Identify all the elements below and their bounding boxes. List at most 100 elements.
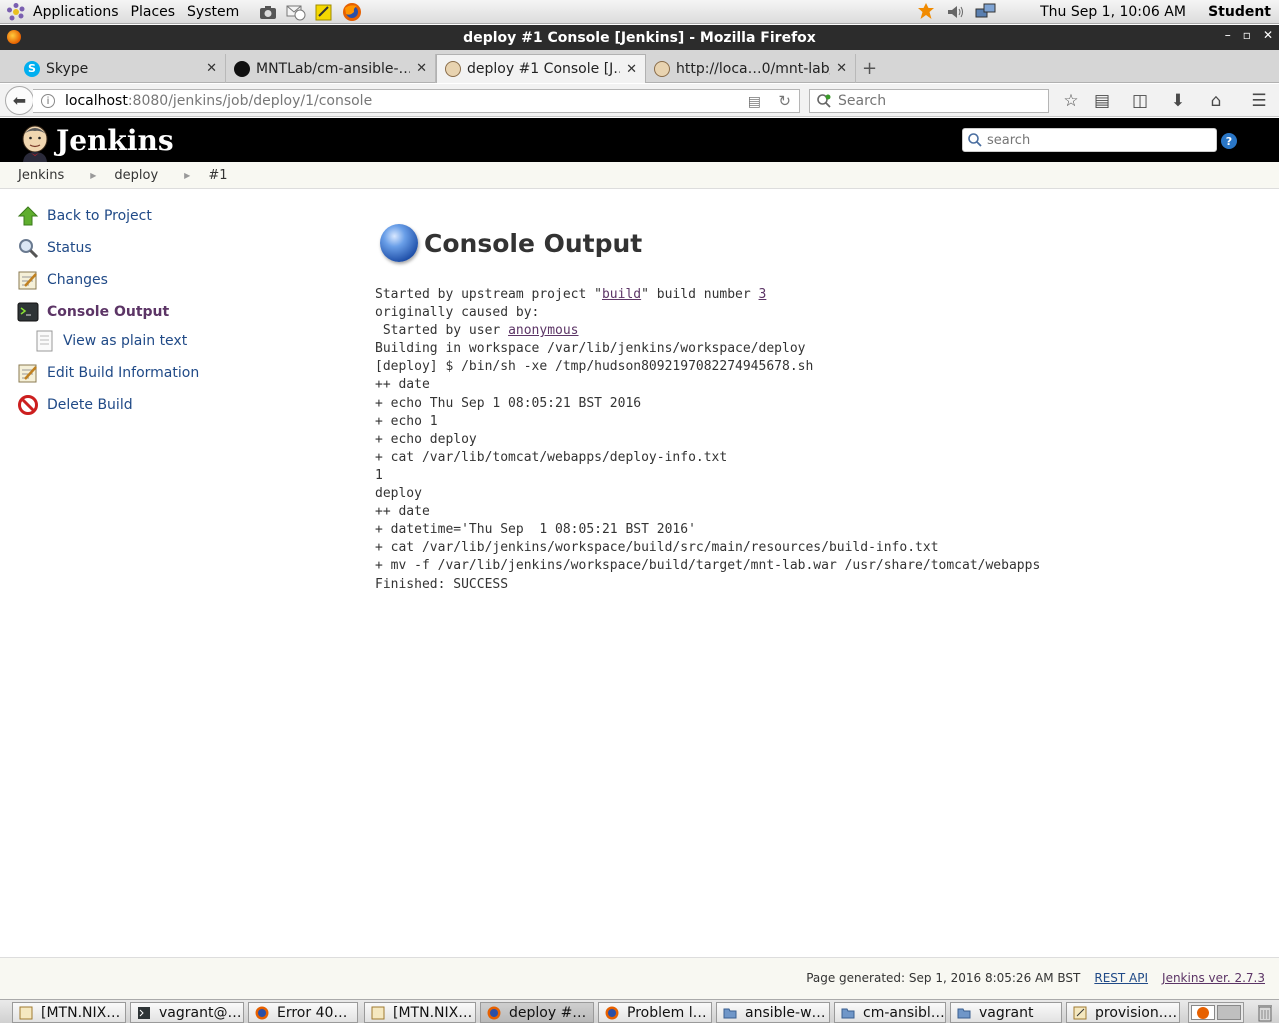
upstream-build-link[interactable]: 3 (759, 287, 767, 302)
jenkins-search-input[interactable] (987, 132, 1207, 148)
jenkins-butler-logo-icon[interactable] (18, 124, 52, 162)
task-edit-build-information[interactable]: Edit Build Information (16, 357, 336, 389)
firefox-launcher-icon[interactable] (341, 2, 363, 22)
page-title: Console Output (375, 220, 1255, 266)
side-panel: Back to Project Status Changes Console O… (16, 200, 336, 421)
user-anonymous-link[interactable]: anonymous (508, 323, 578, 338)
update-notifier-icon[interactable] (914, 2, 938, 22)
taskbar-item[interactable]: ansible-w… (716, 1002, 830, 1023)
text-editor-icon (19, 1006, 33, 1020)
skype-icon: S (24, 60, 40, 77)
screenshot-camera-icon[interactable] (257, 2, 279, 22)
trash-icon[interactable] (1256, 1002, 1276, 1023)
task-label: Back to Project (47, 208, 152, 224)
minimize-icon[interactable]: – (1225, 28, 1231, 42)
notes-editor-icon[interactable] (313, 2, 335, 22)
url-host: localhost (65, 93, 128, 109)
breadcrumb-jenkins[interactable]: Jenkins (18, 168, 64, 183)
breadcrumb-deploy[interactable]: deploy (114, 168, 158, 183)
breadcrumb-separator-icon: ▶ (184, 170, 191, 180)
task-label: Delete Build (47, 397, 133, 413)
reload-icon[interactable]: ↻ (778, 92, 791, 110)
taskbar-item[interactable]: Problem l… (598, 1002, 712, 1023)
downloads-icon[interactable]: ⬇ (1167, 91, 1189, 111)
jenkins-icon (654, 60, 670, 77)
jenkins-search-box[interactable] (962, 128, 1217, 152)
site-info-icon[interactable]: i (41, 94, 55, 108)
firefox-icon (1197, 1007, 1209, 1019)
volume-icon[interactable] (944, 2, 968, 22)
user-menu[interactable]: Student (1208, 4, 1271, 20)
rest-api-link[interactable]: REST API (1094, 971, 1148, 985)
task-changes[interactable]: Changes (16, 264, 336, 296)
taskbar-item[interactable]: Error 40… (248, 1002, 358, 1023)
gnome-foot-icon (7, 2, 25, 20)
page-footer: Page generated: Sep 1, 2016 8:05:26 AM B… (0, 957, 1279, 999)
task-console-output[interactable]: Console Output (16, 296, 336, 328)
places-menu-label: Places (130, 3, 176, 20)
jenkins-brand[interactable]: Jenkins (56, 124, 174, 157)
places-menu[interactable]: Places (125, 0, 182, 24)
taskbar: [MTN.NIX… vagrant@… Error 40… [MTN.NIX… … (0, 999, 1279, 1023)
taskbar-label: deploy #… (509, 1004, 587, 1021)
workspace-2[interactable] (1217, 1005, 1241, 1020)
system-menu[interactable]: System (181, 0, 245, 24)
console-text: Started by user (375, 323, 509, 339)
taskbar-item[interactable]: [MTN.NIX… (364, 1002, 476, 1023)
maximize-icon[interactable]: ▫ (1243, 28, 1251, 42)
upstream-project-link[interactable]: build (602, 287, 641, 302)
home-icon[interactable]: ⌂ (1205, 91, 1227, 111)
task-view-plain-text[interactable]: View as plain text (16, 328, 336, 353)
close-icon[interactable]: ✕ (416, 61, 427, 76)
task-back-to-project[interactable]: Back to Project (16, 200, 336, 232)
tab-mnt-lab[interactable]: http://loca…0/mnt-lab/ ✕ (646, 54, 856, 83)
help-icon[interactable]: ? (1221, 133, 1237, 149)
jenkins-version-link[interactable]: Jenkins ver. 2.7.3 (1162, 971, 1265, 985)
reader-view-icon[interactable]: ▤ (748, 94, 761, 110)
tab-title: deploy #1 Console [J… (467, 61, 621, 77)
taskbar-item[interactable]: provision.… (1066, 1002, 1180, 1023)
taskbar-item[interactable]: [MTN.NIX… (12, 1002, 126, 1023)
clock[interactable]: Thu Sep 1, 10:06 AM (1040, 4, 1190, 20)
workspace-switcher[interactable] (1188, 1002, 1244, 1023)
tab-skype[interactable]: S Skype ✕ (16, 54, 226, 83)
task-delete-build[interactable]: Delete Build (16, 389, 336, 421)
task-status[interactable]: Status (16, 232, 336, 264)
hamburger-menu-icon[interactable]: ☰ (1248, 91, 1270, 111)
console-output: Started by upstream project "build" buil… (375, 286, 1255, 594)
taskbar-item[interactable]: vagrant@… (130, 1002, 244, 1023)
browser-search-box[interactable] (809, 89, 1049, 113)
pocket-icon[interactable]: ◫ (1129, 91, 1151, 111)
url-bar[interactable]: i localhost:8080/jenkins/job/deploy/1/co… (33, 89, 800, 113)
close-icon[interactable]: ✕ (626, 62, 637, 77)
jenkins-icon (445, 61, 461, 77)
new-tab-icon[interactable]: + (862, 58, 877, 79)
applications-menu-label: Applications (33, 3, 119, 20)
taskbar-item[interactable]: vagrant (950, 1002, 1062, 1023)
network-icon[interactable] (974, 2, 998, 22)
bookmarks-library-icon[interactable]: ▤ (1091, 91, 1113, 111)
tab-jenkins-console[interactable]: deploy #1 Console [J… ✕ (436, 54, 646, 83)
browser-search-input[interactable] (838, 93, 1038, 109)
tab-github[interactable]: MNTLab/cm-ansible-… ✕ (226, 54, 436, 83)
window-titlebar[interactable]: deploy #1 Console [Jenkins] - Mozilla Fi… (0, 25, 1279, 50)
url-path: :8080/jenkins/job/deploy/1/console (127, 93, 373, 109)
taskbar-label: vagrant (979, 1004, 1034, 1021)
breadcrumb-build[interactable]: #1 (208, 168, 227, 183)
back-button[interactable]: ⬅ (5, 86, 34, 115)
folder-icon (723, 1006, 737, 1020)
close-window-icon[interactable]: ✕ (1263, 28, 1273, 42)
task-label: Console Output (47, 304, 170, 320)
search-icon (968, 133, 982, 147)
close-icon[interactable]: ✕ (836, 61, 847, 76)
taskbar-item-active[interactable]: deploy #… (480, 1002, 594, 1023)
mail-clock-icon[interactable] (285, 2, 307, 22)
folder-icon (841, 1006, 855, 1020)
bookmark-star-icon[interactable]: ☆ (1060, 91, 1082, 111)
top-panel: Applications Places System Thu Sep 1, 10… (0, 0, 1279, 24)
taskbar-item[interactable]: cm-ansibl… (834, 1002, 946, 1023)
close-icon[interactable]: ✕ (206, 61, 217, 76)
task-label: View as plain text (63, 332, 188, 349)
workspace-1[interactable] (1191, 1005, 1215, 1020)
applications-menu[interactable]: Applications (0, 0, 125, 24)
